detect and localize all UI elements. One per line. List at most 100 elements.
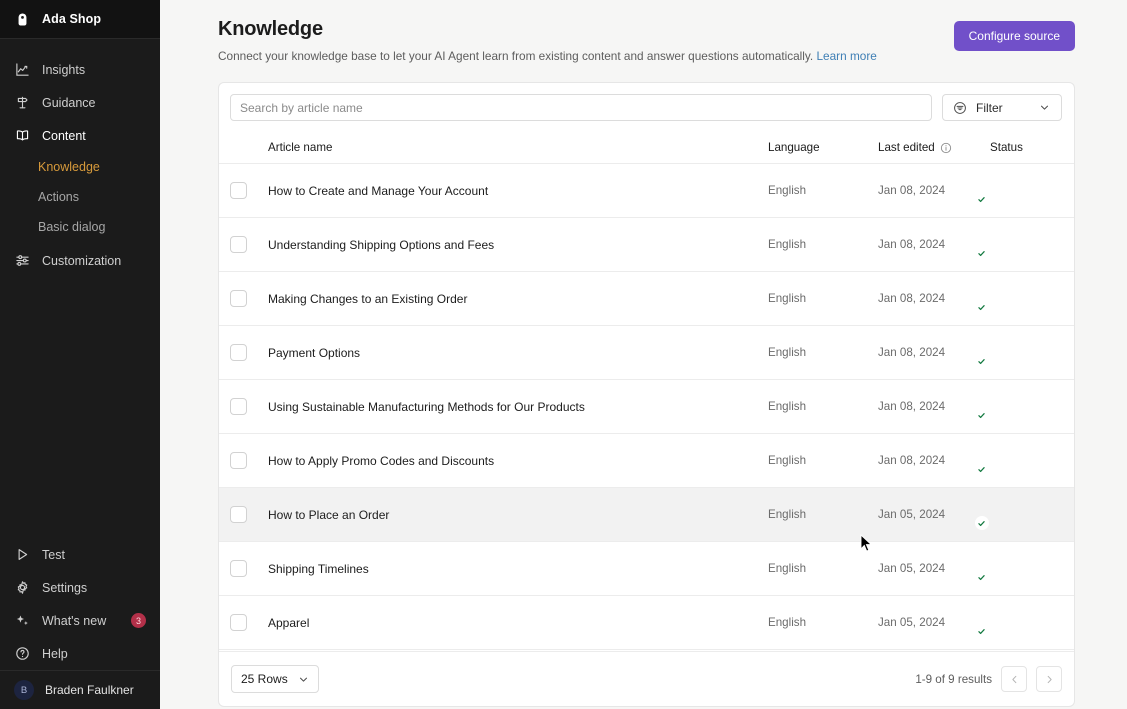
sidebar-item-label: Insights	[42, 63, 85, 77]
brand-name: Ada Shop	[42, 12, 101, 26]
user-name: Braden Faulkner	[45, 683, 134, 697]
row-checkbox[interactable]	[230, 398, 247, 415]
sidebar-item-label: Guidance	[42, 96, 96, 110]
sidebar-item-insights[interactable]: Insights	[0, 53, 160, 86]
avatar: B	[14, 680, 34, 700]
toggle-knob	[975, 408, 989, 422]
table-row[interactable]: Apparel English Jan 05, 2024	[219, 596, 1074, 650]
sidebar-item-label: Settings	[42, 581, 87, 595]
table-body: How to Create and Manage Your Account En…	[219, 164, 1074, 650]
row-last-edited: Jan 08, 2024	[878, 454, 990, 467]
chart-line-icon	[14, 62, 30, 78]
row-checkbox-cell	[230, 236, 268, 253]
row-checkbox-cell	[230, 398, 268, 415]
brand-header[interactable]: Ada Shop	[0, 0, 160, 39]
rows-per-page-select[interactable]: 25 Rows	[231, 665, 319, 693]
row-checkbox-cell	[230, 506, 268, 523]
row-checkbox[interactable]	[230, 614, 247, 631]
sidebar-item-test[interactable]: Test	[0, 538, 160, 571]
sidebar-item-settings[interactable]: Settings	[0, 571, 160, 604]
sidebar-item-whats-new[interactable]: What's new 3	[0, 604, 160, 637]
sidebar-subitem-label: Basic dialog	[38, 220, 105, 234]
book-open-icon	[14, 128, 30, 144]
pagination: 1-9 of 9 results	[915, 666, 1062, 692]
configure-source-button[interactable]: Configure source	[954, 21, 1075, 51]
sidebar-item-content[interactable]: Content	[0, 119, 160, 152]
row-checkbox[interactable]	[230, 182, 247, 199]
sparkle-icon	[14, 613, 30, 629]
table-row[interactable]: Understanding Shipping Options and Fees …	[219, 218, 1074, 272]
sidebar-item-guidance[interactable]: Guidance	[0, 86, 160, 119]
table-footer: 25 Rows 1-9 of 9 results	[219, 651, 1074, 706]
table-row[interactable]: Shipping Timelines English Jan 05, 2024	[219, 542, 1074, 596]
sliders-icon	[14, 253, 30, 269]
app-root: Ada Shop Insights Guidance Content	[0, 0, 1127, 709]
table-row[interactable]: How to Create and Manage Your Account En…	[219, 164, 1074, 218]
results-count: 1-9 of 9 results	[915, 673, 992, 686]
row-checkbox[interactable]	[230, 236, 247, 253]
previous-page-button[interactable]	[1001, 666, 1027, 692]
row-checkbox-cell	[230, 452, 268, 469]
toggle-knob	[975, 192, 989, 206]
learn-more-link[interactable]: Learn more	[817, 49, 877, 63]
row-last-edited: Jan 08, 2024	[878, 184, 990, 197]
row-checkbox[interactable]	[230, 344, 247, 361]
row-language: English	[768, 454, 878, 467]
sidebar-item-help[interactable]: Help	[0, 637, 160, 670]
ada-logo-icon	[14, 11, 30, 27]
status-badge: 3	[131, 613, 146, 628]
knowledge-table-card: Filter Article name Language Last edited…	[218, 82, 1075, 707]
filter-icon	[952, 100, 968, 116]
page-title: Knowledge	[218, 18, 1075, 41]
row-last-edited: Jan 05, 2024	[878, 562, 990, 575]
column-header-language: Language	[768, 141, 878, 154]
toggle-knob	[975, 246, 989, 260]
search-input[interactable]	[230, 94, 932, 121]
sidebar-bottom-nav: Test Settings What's new 3 Help	[0, 538, 160, 670]
row-article-name: How to Place an Order	[268, 508, 768, 522]
row-last-edited: Jan 08, 2024	[878, 238, 990, 251]
row-last-edited: Jan 08, 2024	[878, 346, 990, 359]
table-row[interactable]: Making Changes to an Existing Order Engl…	[219, 272, 1074, 326]
row-language: English	[768, 616, 878, 629]
row-checkbox-cell	[230, 560, 268, 577]
sidebar: Ada Shop Insights Guidance Content	[0, 0, 160, 709]
sidebar-item-customization[interactable]: Customization	[0, 244, 160, 277]
sidebar-item-knowledge[interactable]: Knowledge	[0, 152, 160, 182]
row-language: English	[768, 184, 878, 197]
row-checkbox[interactable]	[230, 290, 247, 307]
row-article-name: Making Changes to an Existing Order	[268, 292, 768, 306]
table-header-row: Article name Language Last edited Status	[219, 132, 1074, 164]
row-language: English	[768, 292, 878, 305]
chevron-left-icon	[1006, 671, 1022, 687]
next-page-button[interactable]	[1036, 666, 1062, 692]
row-article-name: Payment Options	[268, 346, 768, 360]
user-profile[interactable]: B Braden Faulkner	[0, 670, 160, 709]
filter-label: Filter	[976, 101, 1003, 115]
table-row[interactable]: How to Place an Order English Jan 05, 20…	[219, 488, 1074, 542]
main-content: Knowledge Connect your knowledge base to…	[160, 0, 1127, 709]
rows-per-page-label: 25 Rows	[241, 672, 288, 686]
sidebar-item-label: What's new	[42, 614, 106, 628]
table-row[interactable]: Payment Options English Jan 08, 2024	[219, 326, 1074, 380]
filter-button[interactable]: Filter	[942, 94, 1062, 121]
row-article-name: Apparel	[268, 616, 768, 630]
table-row[interactable]: Using Sustainable Manufacturing Methods …	[219, 380, 1074, 434]
toggle-knob	[975, 354, 989, 368]
row-article-name: How to Apply Promo Codes and Discounts	[268, 454, 768, 468]
row-checkbox[interactable]	[230, 506, 247, 523]
sidebar-subitem-label: Knowledge	[38, 160, 100, 174]
row-checkbox[interactable]	[230, 452, 247, 469]
chevron-right-icon	[1041, 671, 1057, 687]
table-row[interactable]: How to Apply Promo Codes and Discounts E…	[219, 434, 1074, 488]
row-last-edited: Jan 08, 2024	[878, 400, 990, 413]
row-checkbox[interactable]	[230, 560, 247, 577]
column-header-status: Status	[990, 141, 1062, 154]
row-language: English	[768, 238, 878, 251]
page-subtitle: Connect your knowledge base to let your …	[218, 49, 1075, 63]
sidebar-item-actions[interactable]: Actions	[0, 182, 160, 212]
row-last-edited: Jan 08, 2024	[878, 292, 990, 305]
sidebar-item-basic-dialog[interactable]: Basic dialog	[0, 212, 160, 242]
row-checkbox-cell	[230, 182, 268, 199]
info-icon[interactable]	[940, 142, 952, 154]
